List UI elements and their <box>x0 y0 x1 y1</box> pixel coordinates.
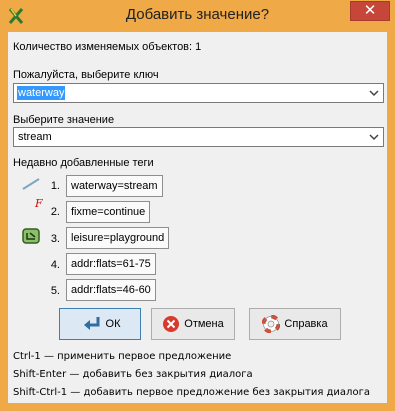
value-combobox[interactable]: stream <box>13 127 384 147</box>
hint-line: Shift-Ctrl-1 — добавить первое предложен… <box>13 387 370 398</box>
hint-keys: Ctrl-1 <box>13 351 41 362</box>
recent-tag-button[interactable]: addr:flats=46-60 <box>66 279 156 301</box>
hint-keys: Shift-Enter <box>13 369 67 380</box>
recent-tag-number: 3. <box>50 233 60 245</box>
fixme-icon: F <box>34 197 43 209</box>
help-label: Справка <box>284 318 328 330</box>
recent-tag-number: 1. <box>50 180 60 192</box>
value-label: Выберите значение <box>13 114 115 126</box>
waterway-line-icon <box>22 178 40 190</box>
chevron-down-icon[interactable] <box>368 86 380 100</box>
playground-icon <box>22 228 40 244</box>
hint-text: — применить первое предложение <box>40 351 232 362</box>
recent-tag-button[interactable]: addr:flats=61-75 <box>66 253 156 275</box>
recent-tag-number: 4. <box>50 259 60 271</box>
recent-tag-number: 2. <box>50 206 60 218</box>
value-value[interactable]: stream <box>17 130 53 144</box>
ok-label: ОК <box>105 318 121 330</box>
key-label: Пожалуйста, выберите ключ <box>13 69 159 81</box>
key-combobox[interactable]: waterway <box>13 83 384 103</box>
recent-tag-button[interactable]: waterway=stream <box>66 175 163 197</box>
recent-tag-button[interactable]: fixme=continue <box>66 201 151 223</box>
recent-tags-label: Недавно добавленные теги <box>13 157 154 169</box>
hint-line: Ctrl-1 — применить первое предложение <box>13 351 231 362</box>
lifebuoy-help-icon <box>262 315 281 333</box>
cancel-button[interactable]: Отмена <box>151 308 235 340</box>
hint-line: Shift-Enter — добавить без закрытия диал… <box>13 369 253 380</box>
hint-text: — добавить без закрытия диалога <box>66 369 253 380</box>
ok-button[interactable]: ОК <box>59 308 141 340</box>
cancel-icon <box>163 316 180 332</box>
ok-arrow-icon <box>83 317 100 330</box>
hint-text: — добавить первое предложение без закрыт… <box>67 387 370 398</box>
chevron-down-icon[interactable] <box>368 130 380 144</box>
object-count-text: Количество изменяемых объектов: 1 <box>13 41 202 53</box>
recent-tag-button[interactable]: leisure=playground <box>66 227 170 249</box>
hint-keys: Shift-Ctrl-1 <box>13 387 68 398</box>
cancel-label: Отмена <box>184 318 224 330</box>
close-button[interactable]: ✕ <box>350 1 390 21</box>
key-value[interactable]: waterway <box>17 86 66 100</box>
svg-text:F: F <box>34 197 43 209</box>
recent-tag-number: 5. <box>50 285 60 297</box>
dialog-body: Количество изменяемых объектов: 1 Пожалу… <box>8 32 387 403</box>
help-button[interactable]: Справка <box>249 308 341 340</box>
window-title: Добавить значение? <box>125 6 270 23</box>
title-bar[interactable]: Добавить значение? ✕ <box>0 0 395 32</box>
